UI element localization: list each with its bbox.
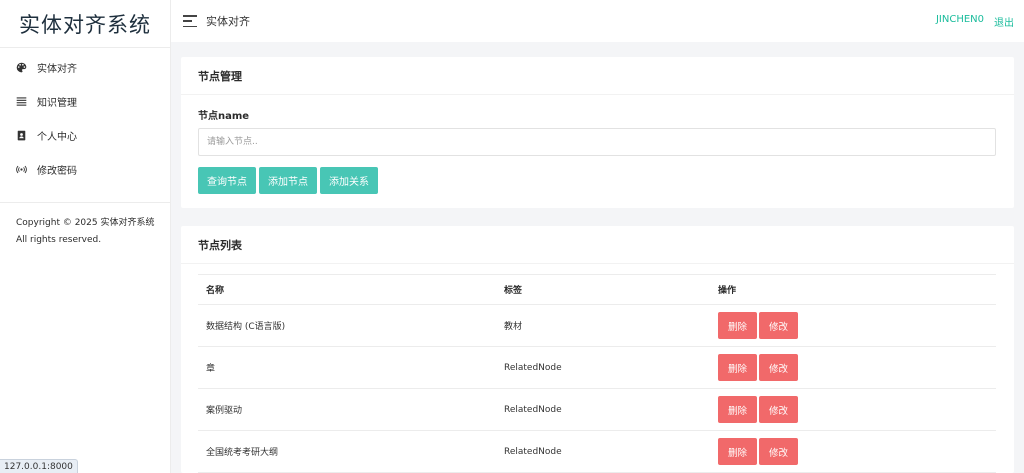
broadcast-icon	[16, 164, 27, 175]
node-name-cell: 案例驱动	[206, 406, 243, 416]
node-manage-body: 节点name 查询节点 添加节点 添加关系	[181, 95, 1014, 208]
row-actions: 删除 修改	[712, 396, 996, 423]
sidebar-item-entity-alignment[interactable]: 实体对齐	[0, 50, 170, 84]
sidebar-item-change-password[interactable]: 修改密码	[0, 152, 170, 186]
brand-title: 实体对齐系统	[0, 0, 170, 48]
node-label-cell: RelatedNode	[504, 404, 562, 415]
menu-toggle-icon[interactable]	[183, 15, 197, 27]
node-list-card: 节点列表 名称 标签 操作 数据结构 (C语言版) 教材 删除 修改 章 Rel…	[181, 226, 1014, 473]
node-table: 名称 标签 操作 数据结构 (C语言版) 教材 删除 修改 章 RelatedN…	[198, 274, 996, 473]
column-header-name: 名称	[206, 286, 225, 296]
row-actions: 删除 修改	[712, 312, 996, 339]
sidebar-item-label: 修改密码	[37, 165, 77, 177]
page-title: 实体对齐	[206, 15, 250, 28]
table-row: 章 RelatedNode 删除 修改	[198, 347, 996, 389]
sidebar-nav: 实体对齐 知识管理 个人中心 修改密码	[0, 48, 170, 186]
column-header-actions: 操作	[718, 286, 737, 296]
row-actions: 删除 修改	[712, 354, 996, 381]
add-node-button[interactable]: 添加节点	[259, 167, 317, 194]
table-row: 案例驱动 RelatedNode 删除 修改	[198, 389, 996, 431]
node-label-cell: RelatedNode	[504, 446, 562, 457]
edit-button[interactable]: 修改	[759, 312, 799, 339]
sidebar-item-knowledge[interactable]: 知识管理	[0, 84, 170, 118]
sidebar: 实体对齐系统 实体对齐 知识管理 个人中心 修改密码 Copyright © 2…	[0, 0, 171, 473]
main-content: 节点管理 节点name 查询节点 添加节点 添加关系 节点列表 名称 标签 操作…	[181, 57, 1014, 473]
node-name-cell: 全国统考考研大纲	[206, 448, 279, 458]
column-header-label: 标签	[504, 286, 523, 296]
node-name-cell: 数据结构 (C语言版)	[206, 322, 286, 332]
sidebar-item-profile[interactable]: 个人中心	[0, 118, 170, 152]
node-name-cell: 章	[206, 364, 216, 374]
add-relation-button[interactable]: 添加关系	[320, 167, 378, 194]
edit-button[interactable]: 修改	[759, 354, 799, 381]
address-book-icon	[16, 130, 27, 141]
sidebar-item-label: 知识管理	[37, 97, 77, 109]
table-header: 名称 标签 操作	[198, 275, 996, 305]
node-name-label: 节点name	[198, 111, 250, 122]
table-row: 数据结构 (C语言版) 教材 删除 修改	[198, 305, 996, 347]
node-action-buttons: 查询节点 添加节点 添加关系	[198, 167, 997, 194]
logout-link[interactable]: 退出	[994, 14, 1014, 29]
copyright-text: Copyright © 2025 实体对齐系统 All rights reser…	[16, 218, 155, 245]
edit-button[interactable]: 修改	[759, 438, 799, 465]
delete-button[interactable]: 删除	[718, 312, 758, 339]
palette-icon	[16, 62, 27, 73]
edit-button[interactable]: 修改	[759, 396, 799, 423]
list-icon	[16, 96, 27, 107]
sidebar-item-label: 个人中心	[37, 131, 77, 143]
table-row: 全国统考考研大纲 RelatedNode 删除 修改	[198, 431, 996, 473]
node-list-title: 节点列表	[181, 226, 1014, 264]
username-link[interactable]: JINCHEN0	[936, 14, 984, 29]
node-manage-title: 节点管理	[181, 57, 1014, 95]
node-label-cell: 教材	[504, 322, 523, 332]
sidebar-item-label: 实体对齐	[37, 63, 77, 75]
top-header: 实体对齐 JINCHEN0 退出	[171, 0, 1024, 42]
node-label-cell: RelatedNode	[504, 362, 562, 373]
row-actions: 删除 修改	[712, 438, 996, 465]
user-area: JINCHEN0 退出	[936, 14, 1014, 29]
query-node-button[interactable]: 查询节点	[198, 167, 256, 194]
delete-button[interactable]: 删除	[718, 438, 758, 465]
status-bar-url: 127.0.0.1:8000	[0, 459, 78, 473]
delete-button[interactable]: 删除	[718, 396, 758, 423]
node-name-input[interactable]	[198, 128, 996, 156]
delete-button[interactable]: 删除	[718, 354, 758, 381]
node-manage-card: 节点管理 节点name 查询节点 添加节点 添加关系	[181, 57, 1014, 208]
